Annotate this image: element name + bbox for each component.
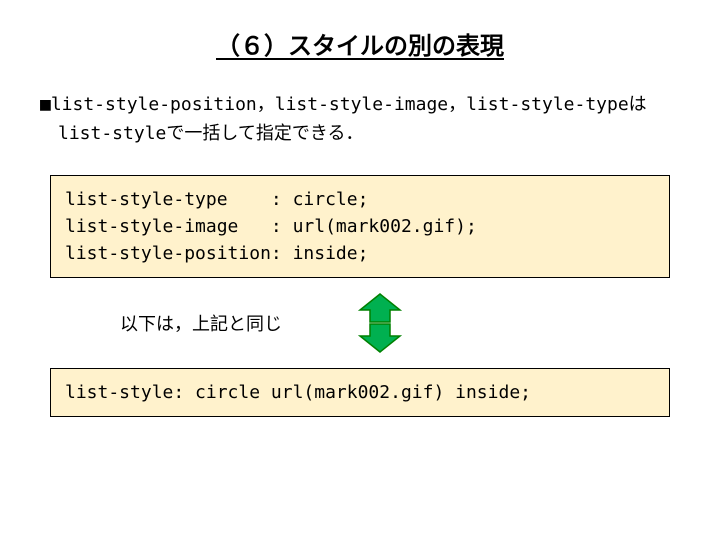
code-block-longhand: list-style-type : circle; list-style-ima… <box>50 175 670 278</box>
between-row: 以下は，上記と同じ <box>50 288 670 358</box>
double-arrow-icon <box>350 292 410 354</box>
code-block-shorthand: list-style: circle url(mark002.gif) insi… <box>50 368 670 417</box>
page-title: （６）スタイルの別の表現 <box>30 26 690 61</box>
slide-page: （６）スタイルの別の表現 ■list-style-position，list-s… <box>0 0 720 540</box>
description-text: ■list-style-position，list-style-image，li… <box>40 91 680 149</box>
equivalence-note: 以下は，上記と同じ <box>120 310 282 336</box>
